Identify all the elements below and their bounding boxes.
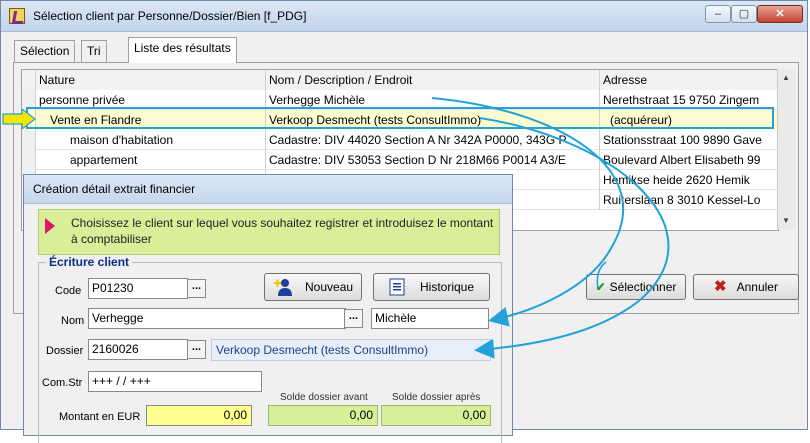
cell-adresse: Boulevard Albert Elisabeth 99 <box>600 150 778 170</box>
dossier-ellipsis-button[interactable]: ... <box>187 340 206 359</box>
tab-tri[interactable]: Tri <box>81 40 107 62</box>
cell-adresse: Hemikse heide 2620 Hemik <box>600 170 778 190</box>
cancel-button-label: Annuler <box>736 280 778 294</box>
column-nom[interactable]: Nom / Description / Endroit <box>266 70 600 90</box>
table-row[interactable]: appartement Cadastre: DIV 53053 Section … <box>22 150 778 170</box>
montant-label: Montant en EUR <box>59 411 141 423</box>
cancel-button[interactable]: ✖ Annuler <box>693 274 799 300</box>
instruction-note: Choisissez le client sur lequel vous sou… <box>38 209 500 255</box>
dossier-description: Verkoop Desmecht (tests ConsultImmo) <box>211 339 491 361</box>
column-adresse[interactable]: Adresse <box>600 70 778 90</box>
column-nature[interactable]: Nature <box>36 70 266 90</box>
comstr-label: Com.Str <box>42 377 83 389</box>
grid-header: Nature Nom / Description / Endroit Adres… <box>22 70 778 90</box>
minimize-button[interactable]: – <box>705 5 731 23</box>
dossier-field[interactable]: 2160026 <box>88 339 188 360</box>
montant-field[interactable]: 0,00 <box>146 405 252 426</box>
dialog-title-bar: Création détail extrait financier <box>24 175 512 204</box>
historique-button[interactable]: Historique <box>373 273 490 301</box>
window-title: Sélection client par Personne/Dossier/Bi… <box>33 9 307 23</box>
code-label: Code <box>55 285 82 297</box>
historique-label: Historique <box>420 280 475 294</box>
prenom-field[interactable]: Michèle <box>371 308 489 329</box>
row-header-cell <box>22 150 36 170</box>
tab-selection[interactable]: Sélection <box>14 40 76 62</box>
dossier-label: Dossier <box>46 345 84 357</box>
close-icon: ✖ <box>714 278 727 295</box>
dialog-title: Création détail extrait financier <box>33 182 196 196</box>
nom-field[interactable]: Verhegge <box>88 308 346 329</box>
row-header-cell <box>22 70 36 90</box>
cell-nature: appartement <box>36 150 266 170</box>
tab-liste-resultats[interactable]: Liste des résultats <box>128 37 237 63</box>
code-field[interactable]: P01230 <box>88 278 188 299</box>
cell-nom: Cadastre: DIV 53053 Section D Nr 218M66 … <box>266 150 600 170</box>
note-arrow-icon <box>45 218 55 234</box>
solde-avant-field: 0,00 <box>268 405 378 426</box>
scroll-down-icon[interactable]: ▼ <box>782 216 790 225</box>
maximize-button[interactable]: ▢ <box>731 5 757 23</box>
history-icon <box>389 278 405 296</box>
row-header-cell <box>22 130 36 150</box>
nouveau-label: Nouveau <box>305 280 354 294</box>
nom-ellipsis-button[interactable]: ... <box>344 309 363 328</box>
title-bar: Sélection client par Personne/Dossier/Bi… <box>1 1 807 32</box>
add-user-icon <box>274 279 292 296</box>
solde-apres-field: 0,00 <box>381 405 491 426</box>
checkmark-icon: ✔ <box>595 280 606 294</box>
code-ellipsis-button[interactable]: ... <box>187 279 206 298</box>
cell-nature: maison d'habitation <box>36 130 266 150</box>
cell-nom: Cadastre: DIV 44020 Section A Nr 342A P0… <box>266 130 600 150</box>
scroll-up-icon[interactable]: ▲ <box>782 73 790 82</box>
instruction-text: Choisissez le client sur lequel vous sou… <box>71 216 494 246</box>
cell-adresse: Stationsstraat 100 9890 Gave <box>600 130 778 150</box>
nouveau-button[interactable]: Nouveau <box>264 273 362 301</box>
select-button-label: Sélectionner <box>609 280 677 294</box>
close-button[interactable]: ✕ <box>757 5 803 23</box>
select-button[interactable]: ✔ Sélectionner <box>586 274 686 300</box>
grid-scrollbar[interactable]: ▲ ▼ <box>777 69 795 229</box>
nom-label: Nom <box>61 315 85 327</box>
app-icon <box>9 8 25 24</box>
selection-highlight <box>26 107 774 129</box>
cell-adresse: Ruiterslaan 8 3010 Kessel-Lo <box>600 190 778 210</box>
group-title: Écriture client <box>46 255 133 269</box>
comstr-field[interactable]: +++ / / +++ <box>88 371 262 392</box>
solde-apres-label: Solde dossier après <box>392 392 481 403</box>
detail-dialog: Création détail extrait financier Choisi… <box>23 174 513 443</box>
solde-avant-label: Solde dossier avant <box>280 392 368 403</box>
table-row[interactable]: maison d'habitation Cadastre: DIV 44020 … <box>22 130 778 150</box>
pointer-arrow-icon <box>2 109 36 129</box>
